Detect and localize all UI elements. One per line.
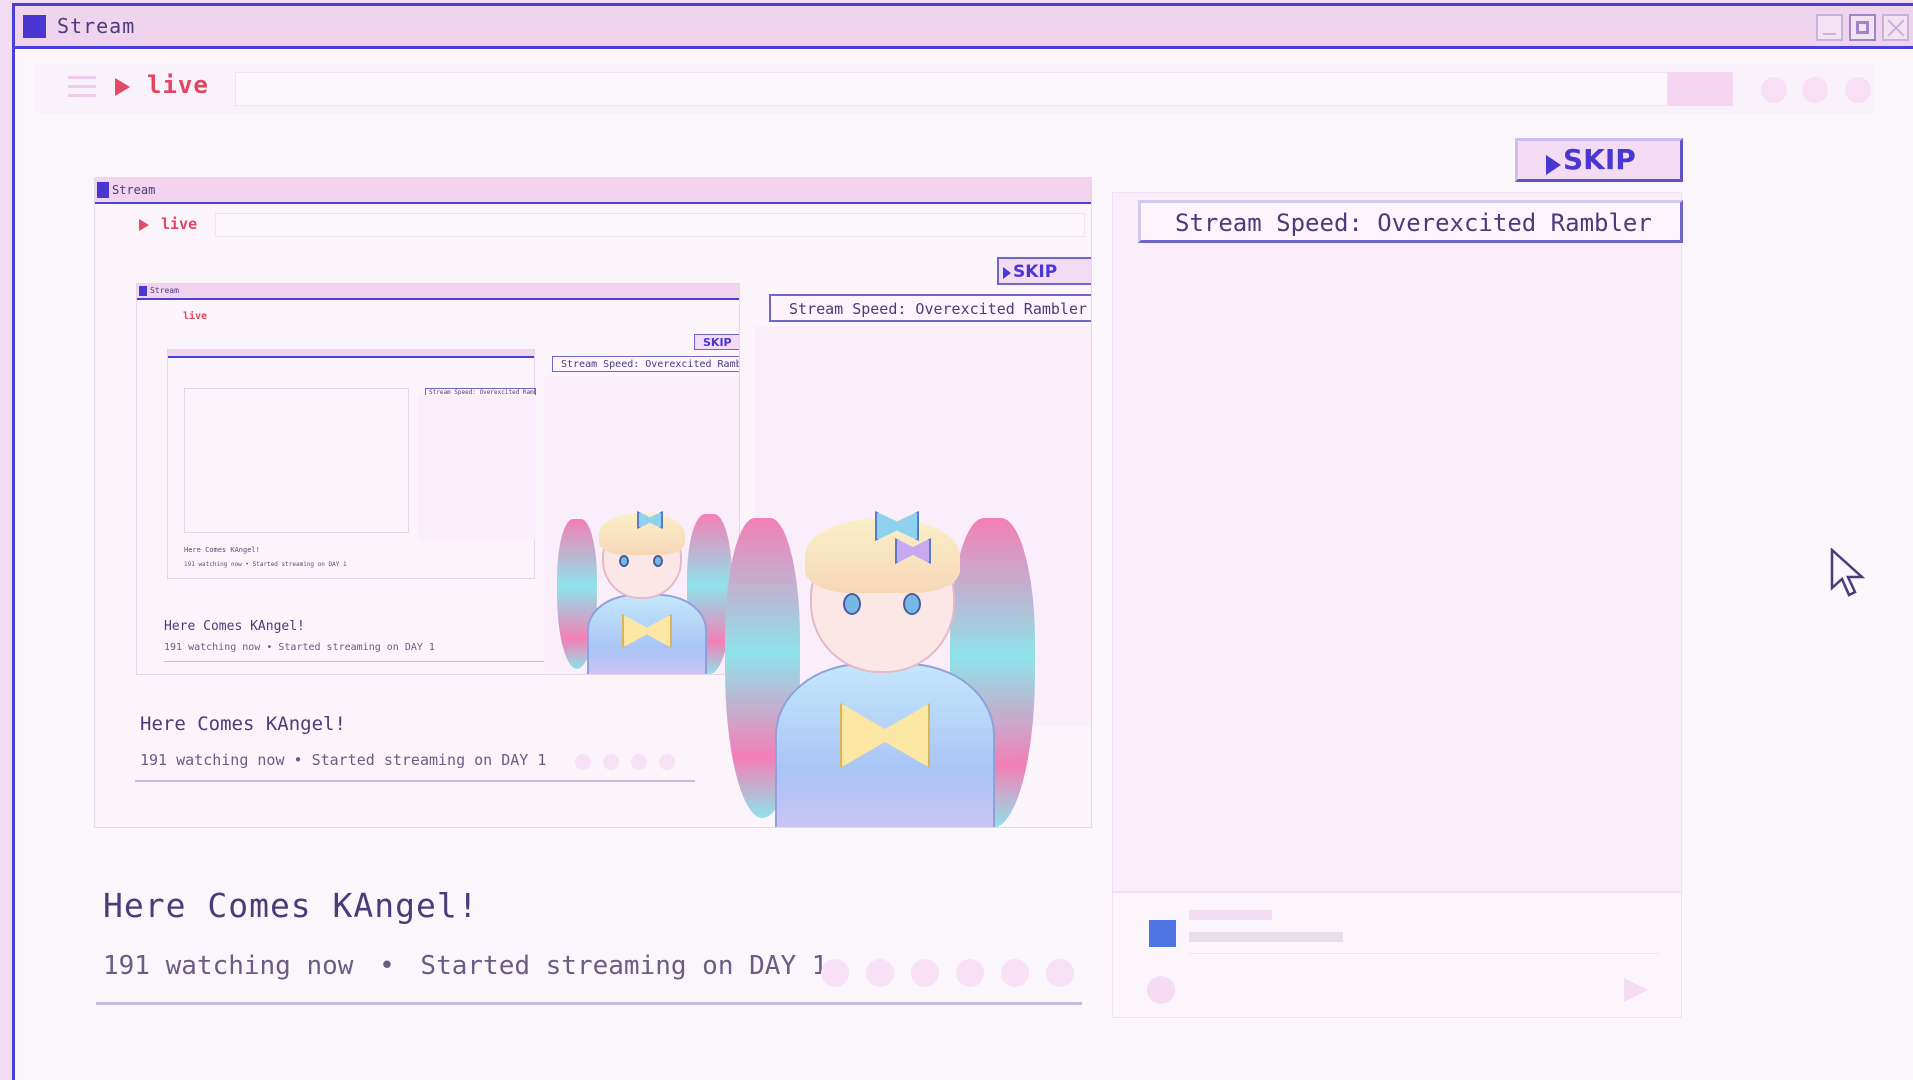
- preview-dot-2: [603, 754, 619, 770]
- preview-window-title: Stream: [112, 183, 156, 197]
- inner-stream-meta: 191 watching now • Started streaming on …: [164, 642, 435, 653]
- toolbar-dot-2[interactable]: [1802, 77, 1828, 103]
- window-title: Stream: [57, 14, 136, 38]
- stream-title: Here Comes KAngel!: [103, 886, 479, 925]
- title-bar[interactable]: Stream: [15, 6, 1913, 49]
- stream-start-day: Started streaming on DAY 1: [420, 951, 828, 981]
- skip-button[interactable]: SKIP: [1515, 138, 1683, 182]
- inner-window-title: Stream: [150, 286, 179, 295]
- chat-input-area: [1112, 892, 1682, 1018]
- inner-app-square-icon: [139, 286, 147, 296]
- inner-skip-button: SKIP: [694, 334, 739, 350]
- stream-meta: 191 watching now • Started streaming on …: [103, 951, 827, 981]
- preview-dot-3: [631, 754, 647, 770]
- preview-live-play-icon: [139, 219, 149, 231]
- preview-url-bar: [215, 213, 1085, 237]
- skip-play-icon: [1546, 155, 1561, 175]
- reaction-dot-4[interactable]: [956, 959, 984, 987]
- live-label: live: [147, 71, 209, 99]
- reaction-dot-5[interactable]: [1001, 959, 1029, 987]
- chat-message-placeholder: [1189, 932, 1343, 942]
- chat-divider: [1189, 953, 1659, 954]
- inner-stream-title: Here Comes KAngel!: [164, 619, 305, 634]
- stream-video: Stream live SKIP Stream Speed: Overexcit…: [94, 177, 1092, 828]
- preview-skip-button: SKIP: [997, 257, 1091, 285]
- reaction-dot-1[interactable]: [821, 959, 849, 987]
- preview-app-square-icon: [97, 182, 109, 198]
- stream-divider: [96, 1002, 1082, 1005]
- preview-inner-window: Stream live SKIP Stream Speed: Overexcit…: [136, 283, 740, 675]
- chat-username-placeholder: [1189, 910, 1272, 920]
- inner-character-image: [557, 489, 737, 674]
- preview-live-toolbar: live: [95, 208, 1091, 242]
- minimize-icon[interactable]: [1816, 14, 1843, 41]
- app-square-icon: [23, 15, 46, 38]
- inner-speed-label: Stream Speed: Overexcited Rambler: [552, 356, 739, 372]
- watching-count: 191 watching now: [103, 951, 354, 981]
- preview-stream-title: Here Comes KAngel!: [140, 713, 346, 735]
- stream-url-bar[interactable]: [235, 72, 1668, 106]
- toolbar-dot-1[interactable]: [1761, 77, 1787, 103]
- preview-dot-4: [659, 754, 675, 770]
- inner-divider: [164, 661, 544, 662]
- send-icon[interactable]: [1624, 978, 1648, 1002]
- emoji-icon[interactable]: [1147, 976, 1175, 1004]
- close-icon[interactable]: [1882, 14, 1909, 41]
- deeper-window: [184, 388, 409, 533]
- deep-chat-panel: [418, 395, 536, 540]
- skip-label: SKIP: [1563, 143, 1636, 176]
- meta-separator: •: [379, 951, 395, 981]
- kangel-character-image: [725, 478, 1045, 827]
- reaction-dot-2[interactable]: [866, 959, 894, 987]
- toolbar-dot-3[interactable]: [1845, 77, 1871, 103]
- deep-window: Stream Speed: Overexcited Rambler Here C…: [167, 349, 536, 579]
- inner-title-bar: Stream: [137, 284, 739, 300]
- reaction-dot-6[interactable]: [1046, 959, 1074, 987]
- deep-title: Here Comes KAngel!: [184, 546, 260, 554]
- preview-dot-1: [575, 754, 591, 770]
- deep-title-bar: [168, 350, 534, 358]
- url-go-button[interactable]: [1668, 72, 1733, 106]
- preview-speed-label: Stream Speed: Overexcited Rambler: [769, 294, 1091, 322]
- reaction-dot-3[interactable]: [911, 959, 939, 987]
- preview-title-bar: Stream: [95, 178, 1091, 204]
- stream-speed-label: Stream Speed: Overexcited Rambler: [1138, 200, 1683, 243]
- maximize-icon[interactable]: [1849, 14, 1876, 41]
- deep-meta: 191 watching now • Started streaming on …: [184, 561, 347, 568]
- live-play-icon: [115, 78, 130, 96]
- live-toolbar: live: [35, 64, 1875, 114]
- preview-divider: [135, 780, 695, 782]
- mouse-cursor-icon: [1830, 548, 1866, 597]
- preview-stream-meta: 191 watching now • Started streaming on …: [140, 751, 547, 769]
- chat-panel[interactable]: [1112, 192, 1682, 892]
- preview-live-label: live: [161, 215, 198, 233]
- chat-avatar: [1149, 920, 1176, 947]
- menu-icon[interactable]: [68, 76, 96, 98]
- inner-live-label: live: [183, 311, 208, 322]
